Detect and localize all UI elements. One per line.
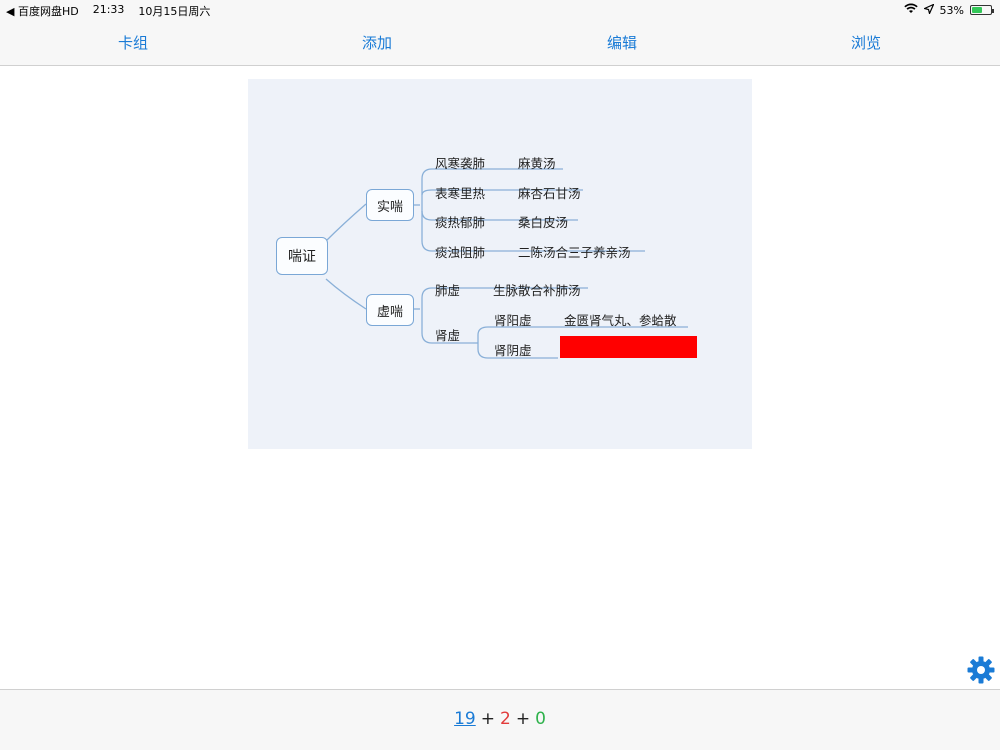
mindmap-syndrome-label: 痰浊阻肺 xyxy=(435,245,486,260)
back-to-app-link[interactable]: ◀ 百度网盘HD xyxy=(6,3,79,19)
mindmap-formula-label: 麻杏石甘汤 xyxy=(518,186,581,201)
mindmap-syndrome-label: 痰热郁肺 xyxy=(435,215,486,230)
mindmap-syndrome-label: 表寒里热 xyxy=(435,186,486,201)
status-bar: ◀ 百度网盘HD 21:33 10月15日周六 53% xyxy=(0,0,1000,20)
card-content: 喘证 实喘 虚喘 风寒袭肺 麻黄汤 表寒里热 麻杏石甘汤 痰热郁肺 桑白皮汤 痰… xyxy=(0,66,1000,689)
tab-browse[interactable]: 浏览 xyxy=(851,32,881,53)
mindmap-formula-label: 桑白皮汤 xyxy=(518,215,569,230)
mindmap-image: 喘证 实喘 虚喘 风寒袭肺 麻黄汤 表寒里热 麻杏石甘汤 痰热郁肺 桑白皮汤 痰… xyxy=(248,79,752,449)
settings-gear-icon[interactable] xyxy=(966,655,996,685)
status-date: 10月15日周六 xyxy=(138,5,211,18)
tab-edit[interactable]: 编辑 xyxy=(607,32,637,53)
mindmap-syndrome-label: 肺虚 xyxy=(435,283,461,298)
new-count[interactable]: 19 xyxy=(454,709,476,729)
mindmap-formula-label: 麻黄汤 xyxy=(518,156,556,171)
battery-icon xyxy=(970,5,994,15)
mindmap-syndrome-label: 肾阳虚 xyxy=(494,313,532,328)
plus-sign: + xyxy=(480,709,495,729)
bottom-bar: 19 +2 +0 xyxy=(0,689,1000,750)
learning-count: 2 xyxy=(499,709,511,729)
card-counts: 19 +2 +0 xyxy=(0,709,1000,729)
plus-sign: + xyxy=(515,709,531,729)
mindmap-excess-node: 实喘 xyxy=(366,189,414,221)
nav-bar: 卡组 添加 编辑 浏览 xyxy=(0,20,1000,66)
status-time: 21:33 xyxy=(92,3,125,16)
review-count: 0 xyxy=(535,709,546,729)
mindmap-formula-label: 二陈汤合三子养亲汤 xyxy=(518,245,631,260)
wifi-icon xyxy=(903,3,918,17)
battery-fill xyxy=(972,7,982,13)
tab-add[interactable]: 添加 xyxy=(362,32,392,53)
mindmap-deficiency-node: 虚喘 xyxy=(366,294,414,326)
tab-decks[interactable]: 卡组 xyxy=(118,32,148,53)
mindmap-syndrome-label: 风寒袭肺 xyxy=(435,156,486,171)
battery-percent: 53% xyxy=(939,3,964,17)
mindmap-root-node: 喘证 xyxy=(276,237,328,275)
mindmap-formula-label: 金匮肾气丸、参蛤散 xyxy=(564,313,677,328)
mindmap-formula-label: 生脉散合补肺汤 xyxy=(493,283,581,298)
mindmap-kidney-label: 肾虚 xyxy=(435,328,461,343)
mindmap-syndrome-label: 肾阴虚 xyxy=(494,343,532,358)
location-icon xyxy=(922,2,935,17)
answer-redaction-box xyxy=(560,336,697,358)
